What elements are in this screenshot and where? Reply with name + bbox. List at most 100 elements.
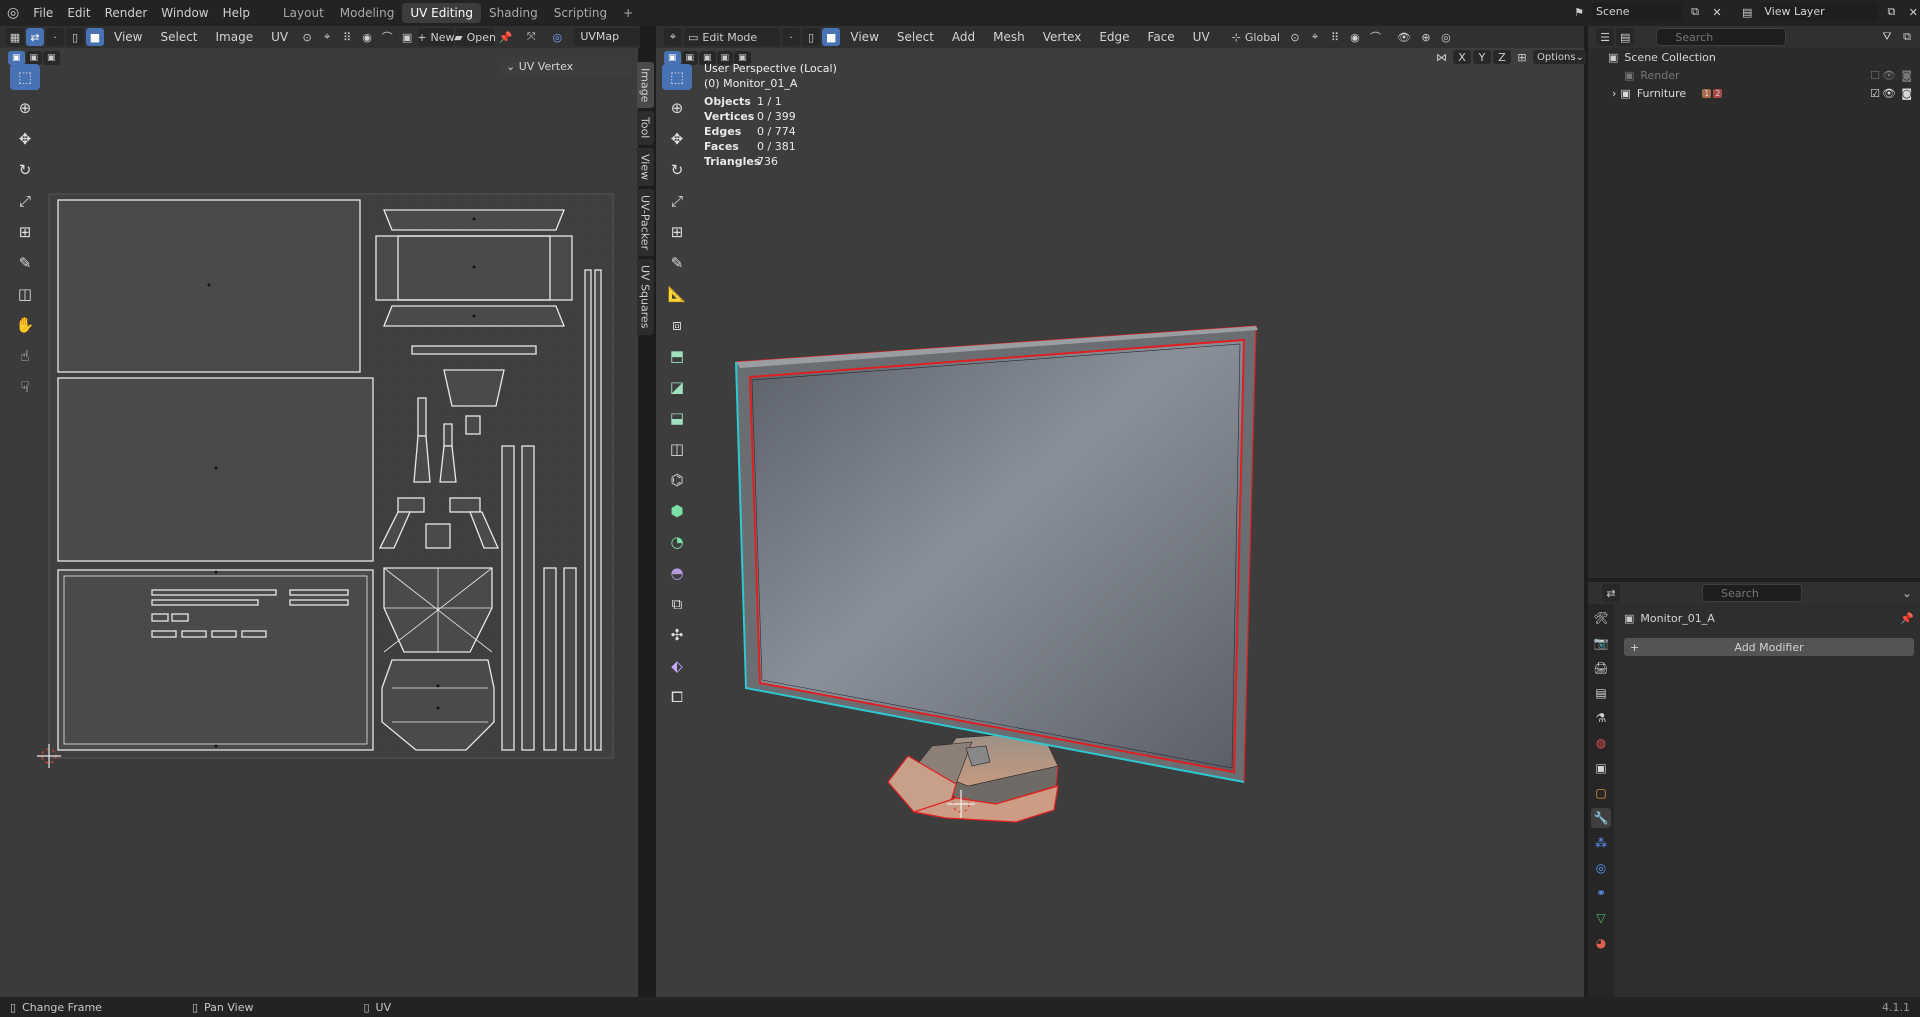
- properties-search-input[interactable]: [1702, 584, 1802, 602]
- data-props-icon[interactable]: ▽: [1591, 908, 1611, 928]
- uv-menu-view[interactable]: View: [106, 30, 150, 44]
- new-image-button[interactable]: + New: [417, 28, 455, 46]
- editor-type-icon[interactable]: ▦: [6, 28, 24, 46]
- mouse-middle-icon: ▯: [191, 1000, 199, 1014]
- sync-selection-icon[interactable]: ⇄: [26, 28, 44, 46]
- snap-icon[interactable]: ⌖: [318, 28, 336, 46]
- list-item[interactable]: ▣ Scene Collection: [1588, 48, 1920, 66]
- chevron-down-icon: ⌄: [506, 60, 516, 73]
- outliner-editor-type-icon[interactable]: ☰: [1596, 28, 1614, 46]
- uv-canvas[interactable]: [0, 48, 640, 997]
- physics-props-icon[interactable]: ◎: [1591, 858, 1611, 878]
- uv-menu-select[interactable]: Select: [152, 30, 205, 44]
- properties-area: ⇄ ⌄ 🛠 📷 🖨 ▤ ⚗ ◍ ▣ ▢ 🔧 ⁂ ◎ ⚭ ▽ ◕ ▣ Monito…: [1586, 580, 1920, 999]
- snap-target-icon[interactable]: ⠿: [338, 28, 356, 46]
- uv-menu-uv[interactable]: UV: [263, 30, 296, 44]
- tab-uv-packer[interactable]: UV-Packer: [636, 188, 654, 257]
- tool-props-icon[interactable]: 🛠: [1591, 608, 1611, 628]
- world-props-icon[interactable]: ◍: [1591, 733, 1611, 753]
- top-bar: ◎ File Edit Render Window Help Layout Mo…: [0, 0, 1920, 26]
- output-props-icon[interactable]: 🖨: [1591, 658, 1611, 678]
- mouse-right-icon: ▯: [363, 1000, 370, 1014]
- display-mode-icon[interactable]: ▤: [1616, 28, 1635, 46]
- scene-props-icon[interactable]: ⚗: [1591, 708, 1611, 728]
- tab-scripting[interactable]: Scripting: [546, 3, 615, 23]
- outliner-search-input[interactable]: [1656, 28, 1787, 46]
- properties-options-icon[interactable]: ⌄: [1898, 584, 1916, 602]
- image-browse-icon[interactable]: ▣: [398, 28, 416, 46]
- pin-icon[interactable]: 📌: [496, 28, 514, 46]
- status-change-frame: Change Frame: [22, 1000, 102, 1014]
- status-pan-view: Pan View: [204, 1000, 254, 1014]
- exclude-checkbox-icon[interactable]: ☐: [1870, 69, 1880, 82]
- scene-selector[interactable]: Scene: [1592, 3, 1682, 21]
- new-collection-icon[interactable]: ⧉: [1898, 28, 1916, 46]
- view-layer-selector[interactable]: View Layer: [1760, 3, 1879, 21]
- view-layer-icon: ▤: [1742, 5, 1753, 19]
- menu-file[interactable]: File: [26, 6, 60, 20]
- face-select-icon[interactable]: ■: [86, 28, 104, 46]
- eye-icon[interactable]: 👁: [1882, 69, 1896, 82]
- overlay-icon[interactable]: ◎: [548, 28, 566, 46]
- chevron-right-icon[interactable]: ›: [1612, 87, 1616, 100]
- list-item[interactable]: › ▣ Furniture 1 2 ☑ 👁 ◙: [1588, 84, 1920, 102]
- tab-layout[interactable]: Layout: [275, 3, 332, 23]
- properties-editor-type-icon[interactable]: ⇄: [1602, 584, 1620, 602]
- object-props-icon[interactable]: ▢: [1591, 783, 1611, 803]
- add-workspace-icon[interactable]: +: [615, 3, 641, 23]
- plus-icon: +: [1630, 640, 1640, 654]
- open-image-button[interactable]: ▰ Open: [454, 28, 496, 46]
- uv-vertex-label: UV Vertex: [518, 60, 574, 73]
- collection-icon: ▣: [1620, 86, 1631, 100]
- uvmap-field[interactable]: UVMap: [574, 28, 640, 46]
- tab-tool[interactable]: Tool: [636, 111, 654, 145]
- uv-editor-header: ▦ ⇄ · ▯ ■ View Select Image UV ⊙ ⌖ ⠿ ◉ ⌒…: [0, 26, 640, 48]
- collection-props-icon[interactable]: ▣: [1591, 758, 1611, 778]
- status-bar: ▯ Change Frame ▯ Pan View ▯ UV 4.1.1: [0, 997, 1920, 1017]
- menu-help[interactable]: Help: [216, 6, 257, 20]
- material-props-icon[interactable]: ◕: [1591, 933, 1611, 953]
- tab-image[interactable]: Image: [636, 62, 654, 109]
- delete-view-layer-icon[interactable]: ✕: [1904, 3, 1920, 21]
- new-scene-icon[interactable]: ⧉: [1686, 3, 1704, 21]
- tab-view[interactable]: View: [636, 147, 654, 186]
- object-name-row: ▣ Monitor_01_A 📌: [1624, 612, 1914, 625]
- outliner-header: ☰ ▤ ⛛ ⧉: [1588, 26, 1920, 48]
- pin-icon[interactable]: 📌: [1900, 612, 1914, 625]
- object-name-label: Monitor_01_A: [1640, 612, 1715, 625]
- add-modifier-button[interactable]: + Add Modifier: [1624, 638, 1914, 656]
- pivot-icon[interactable]: ⊙: [298, 28, 316, 46]
- new-image-label: New: [430, 30, 455, 44]
- particles-props-icon[interactable]: ⁂: [1591, 833, 1611, 853]
- vertex-select-icon[interactable]: ·: [46, 28, 64, 46]
- tab-uv-squares[interactable]: UV Squares: [636, 259, 654, 335]
- modifier-props-icon[interactable]: 🔧: [1591, 808, 1611, 828]
- view-layer-props-icon[interactable]: ▤: [1591, 683, 1611, 703]
- monitor-model[interactable]: [656, 26, 1584, 997]
- render-props-icon[interactable]: 📷: [1591, 633, 1611, 653]
- filter-icon[interactable]: ⛛: [1878, 28, 1896, 46]
- version-label: 4.1.1: [1882, 1000, 1910, 1014]
- list-item[interactable]: ▣ Render ☐ 👁 ◙: [1588, 66, 1920, 84]
- uv-vertex-panel-title[interactable]: ⌄ UV Vertex: [500, 58, 632, 76]
- delete-scene-icon[interactable]: ✕: [1708, 3, 1726, 21]
- proportional-edit-icon[interactable]: ◉: [358, 28, 376, 46]
- camera-icon[interactable]: ◙: [1901, 69, 1912, 82]
- tab-uv-editing[interactable]: UV Editing: [402, 3, 481, 23]
- blender-logo-icon[interactable]: ◎: [0, 5, 26, 21]
- falloff-icon[interactable]: ⌒: [378, 28, 396, 46]
- tab-shading[interactable]: Shading: [481, 3, 546, 23]
- tab-modeling[interactable]: Modeling: [332, 3, 403, 23]
- constraints-props-icon[interactable]: ⚭: [1591, 883, 1611, 903]
- eye-icon[interactable]: 👁: [1882, 87, 1896, 100]
- exclude-checkbox-icon[interactable]: ☑: [1870, 87, 1880, 100]
- viewport-area[interactable]: ⌖ ▭ Edit Mode · ▯ ■ View Select Add Mesh…: [656, 26, 1588, 997]
- menu-window[interactable]: Window: [154, 6, 215, 20]
- menu-edit[interactable]: Edit: [60, 6, 97, 20]
- menu-render[interactable]: Render: [98, 6, 155, 20]
- uv-menu-image[interactable]: Image: [208, 30, 262, 44]
- new-view-layer-icon[interactable]: ⧉: [1882, 3, 1900, 21]
- camera-icon[interactable]: ◙: [1901, 87, 1912, 100]
- uv-sticky-icon[interactable]: ⤧: [522, 28, 540, 46]
- edge-select-icon[interactable]: ▯: [66, 28, 84, 46]
